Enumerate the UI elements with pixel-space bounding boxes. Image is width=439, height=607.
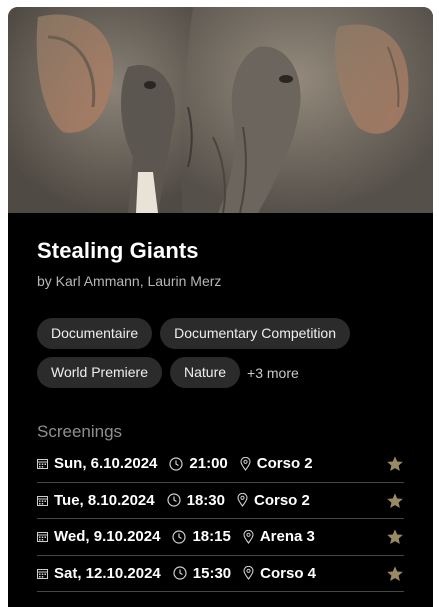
calendar-icon	[37, 568, 48, 579]
tag-chip[interactable]: Nature	[170, 357, 241, 388]
screening-date: Sat, 12.10.2024	[54, 564, 161, 582]
screening-row[interactable]: Sun, 6.10.2024 21:00 Corso 2	[37, 446, 404, 483]
screening-date: Tue, 8.10.2024	[54, 491, 155, 509]
location-pin-icon	[240, 456, 251, 471]
tag-chip[interactable]: World Premiere	[37, 357, 162, 388]
calendar-icon	[37, 495, 48, 506]
screening-time: 18:30	[186, 491, 225, 509]
tag-row: Documentaire Documentary Competition	[37, 318, 417, 349]
more-tags-link[interactable]: +3 more	[247, 365, 299, 381]
star-icon[interactable]	[386, 528, 404, 546]
clock-icon	[173, 566, 187, 580]
film-title: Stealing Giants	[37, 238, 199, 263]
location-pin-icon	[243, 566, 254, 581]
star-icon[interactable]	[386, 492, 404, 510]
clock-icon	[172, 530, 187, 544]
screening-row[interactable]: Wed, 9.10.2024 18:15 Arena 3	[37, 519, 404, 556]
film-poster-image	[8, 7, 433, 213]
screening-time: 18:15	[192, 528, 231, 546]
screening-time: 15:30	[192, 564, 232, 582]
screening-venue: Corso 2	[254, 491, 310, 509]
star-icon[interactable]	[386, 565, 404, 583]
screening-date: Sun, 6.10.2024	[54, 455, 158, 473]
screening-row[interactable]: Sat, 12.10.2024 15:30 Corso 4	[37, 556, 404, 592]
location-pin-icon	[243, 529, 254, 544]
screening-time: 21:00	[189, 455, 228, 473]
screenings-list: Sun, 6.10.2024 21:00 Corso 2 Tue, 8.10.2…	[37, 446, 404, 592]
clock-icon	[167, 493, 181, 507]
film-details: Stealing Giants by Karl Ammann, Laurin M…	[8, 213, 433, 607]
screening-row[interactable]: Tue, 8.10.2024 18:30 Corso 2	[37, 483, 404, 519]
screening-venue: Corso 4	[260, 564, 316, 582]
film-card[interactable]: Stealing Giants by Karl Ammann, Laurin M…	[8, 7, 433, 607]
film-directors: by Karl Ammann, Laurin Merz	[37, 273, 222, 289]
calendar-icon	[37, 532, 48, 543]
location-pin-icon	[237, 493, 248, 508]
screening-venue: Arena 3	[259, 528, 315, 546]
screenings-heading: Screenings	[37, 422, 123, 441]
tag-chip[interactable]: Documentary Competition	[160, 318, 351, 349]
screening-date: Wed, 9.10.2024	[54, 528, 161, 546]
tag-list: Documentaire Documentary Competition Wor…	[37, 318, 417, 396]
star-icon[interactable]	[386, 455, 404, 473]
clock-icon	[169, 457, 184, 471]
tag-row: World Premiere Nature +3 more	[37, 357, 417, 388]
tag-chip[interactable]: Documentaire	[37, 318, 153, 349]
screening-venue: Corso 2	[256, 455, 313, 473]
calendar-icon	[37, 459, 48, 470]
